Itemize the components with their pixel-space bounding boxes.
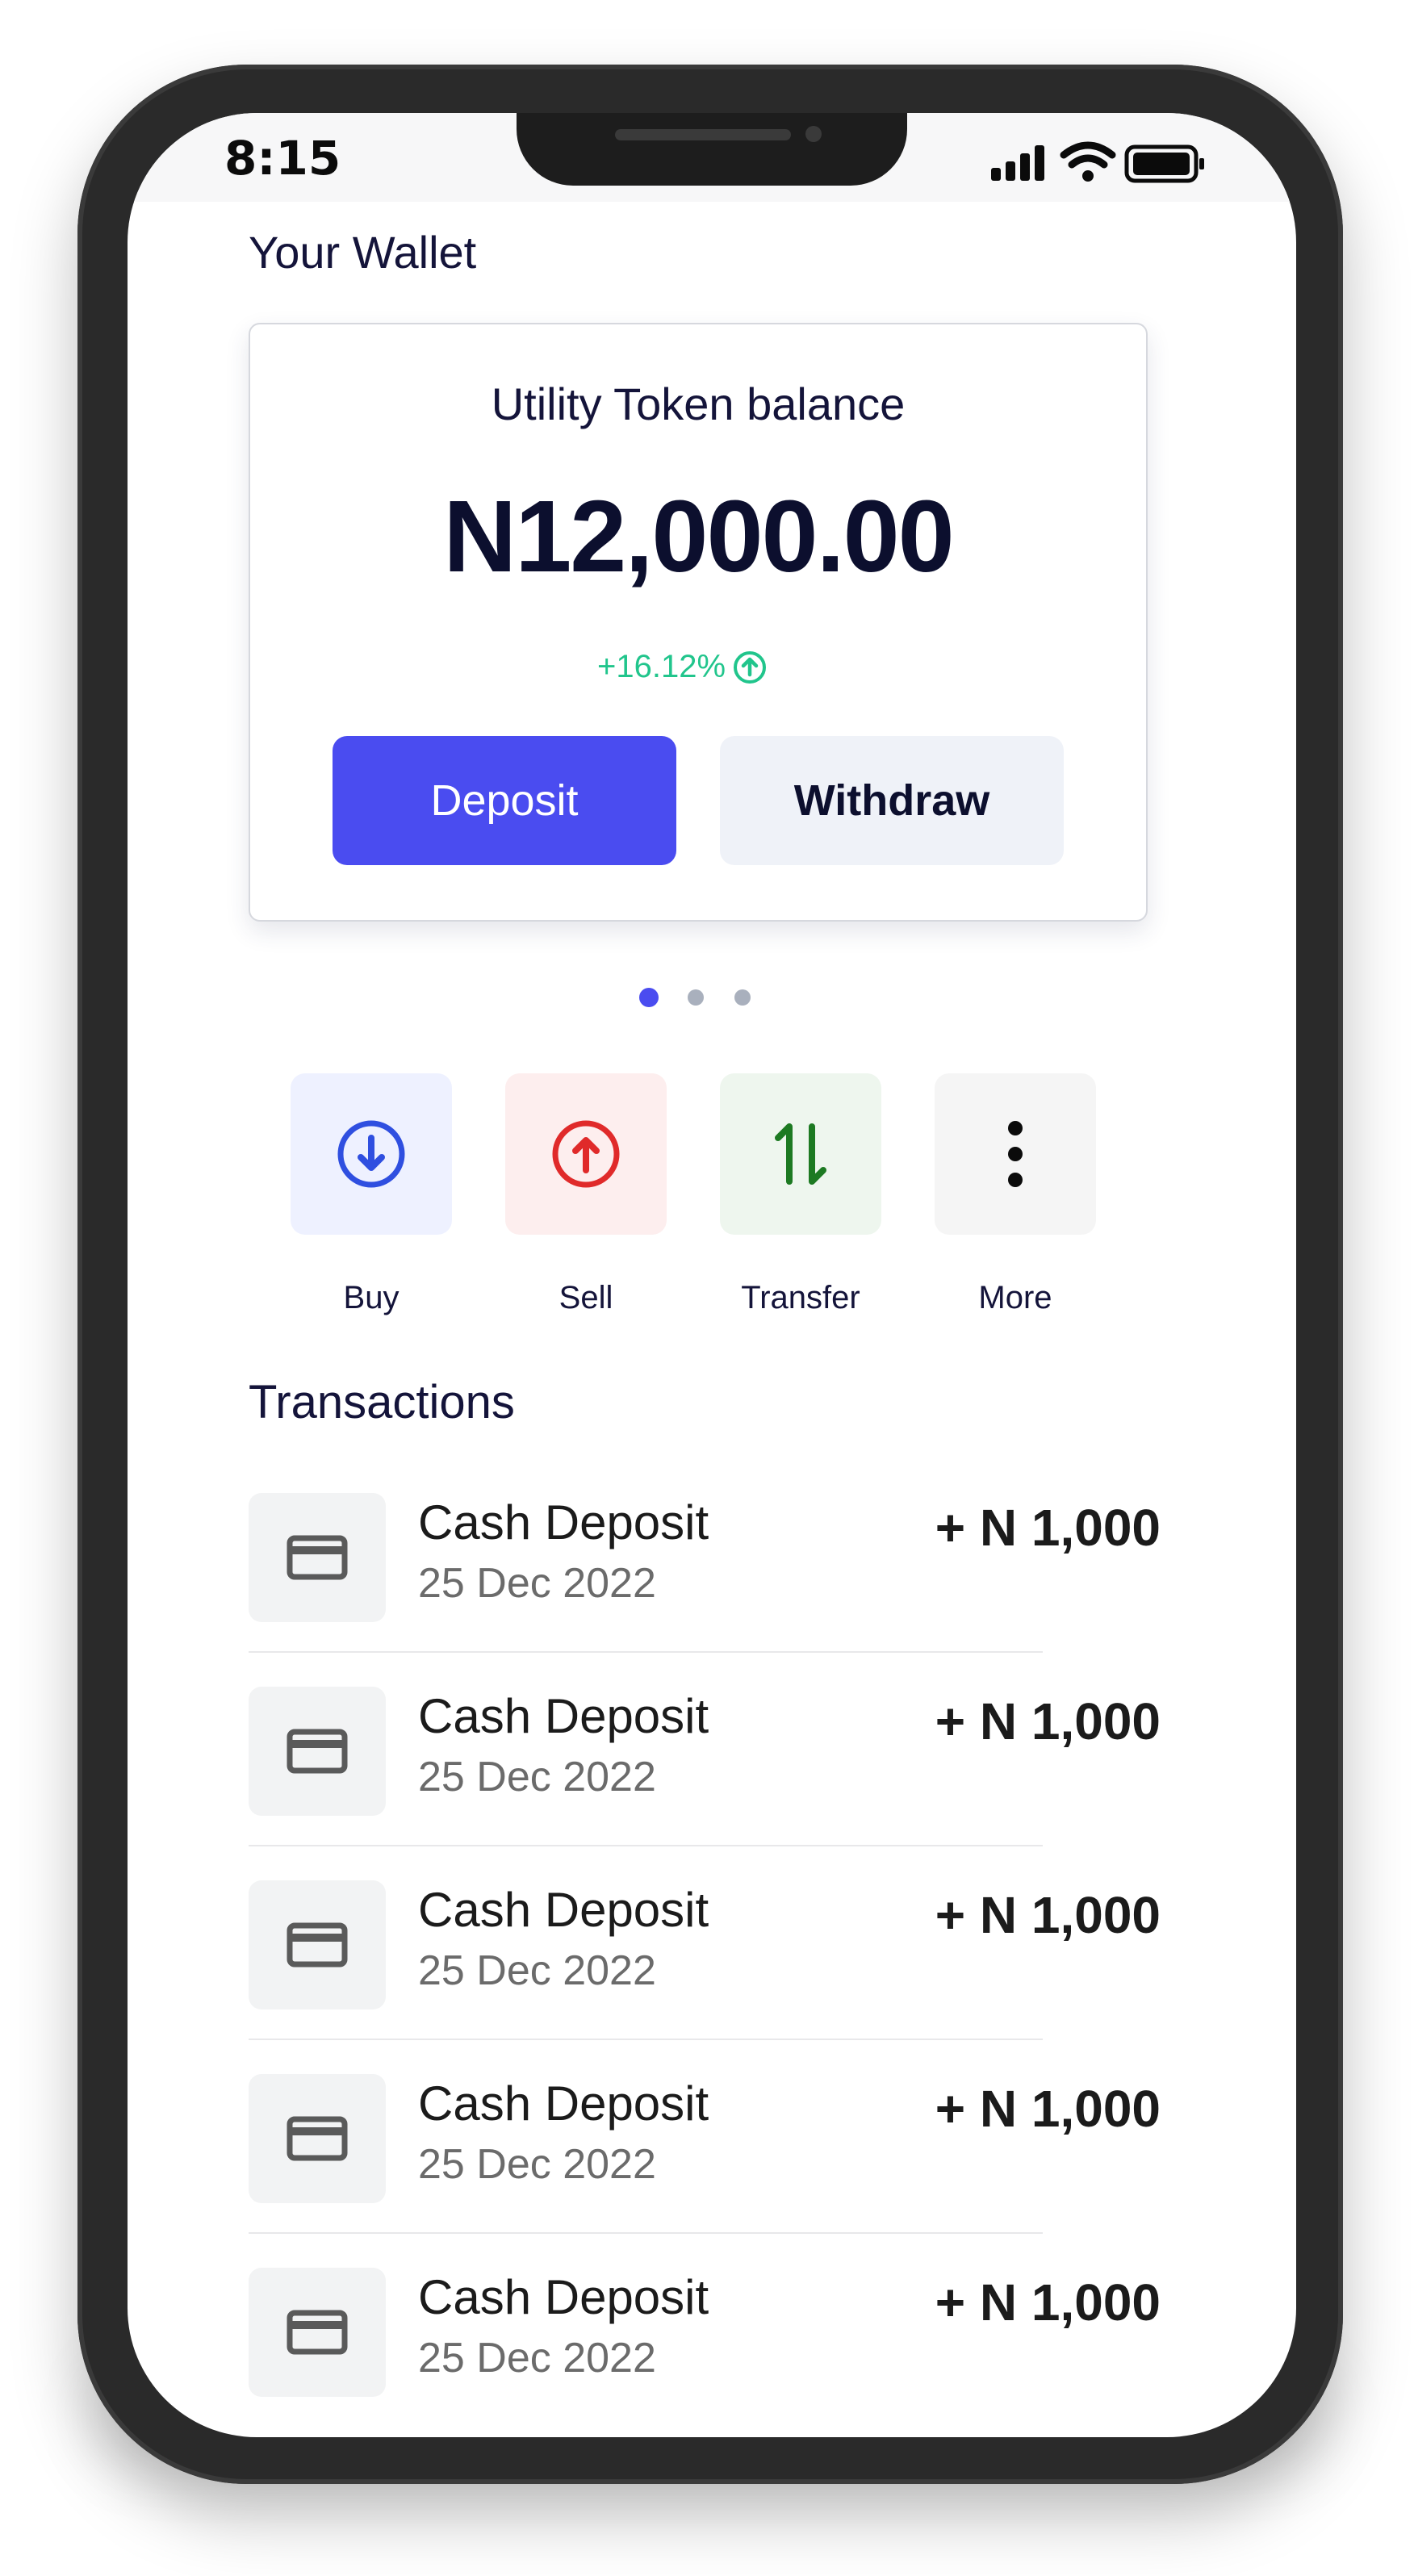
buy-label: Buy bbox=[343, 1280, 400, 1315]
transaction-row[interactable]: Cash Deposit 25 Dec 2022 + N 1,000 bbox=[249, 2268, 1161, 2437]
deposit-button[interactable]: Deposit bbox=[333, 736, 676, 865]
arrow-down-circle-icon bbox=[337, 1120, 405, 1188]
transaction-name: Cash Deposit bbox=[418, 1883, 709, 1937]
transaction-icon-box bbox=[249, 1493, 386, 1622]
notch-camera bbox=[805, 126, 822, 142]
transaction-name: Cash Deposit bbox=[418, 2076, 709, 2131]
transaction-date: 25 Dec 2022 bbox=[418, 2141, 656, 2188]
credit-card-icon bbox=[287, 1729, 348, 1774]
balance-change-value: +16.12% bbox=[597, 649, 726, 684]
status-bar: 8:15 bbox=[128, 113, 1296, 202]
more-vertical-icon bbox=[1008, 1121, 1023, 1187]
divider bbox=[249, 1845, 1043, 1846]
more-button[interactable] bbox=[935, 1073, 1096, 1235]
transaction-row[interactable]: Cash Deposit 25 Dec 2022 + N 1,000 bbox=[249, 2074, 1161, 2268]
pager-dot-active[interactable] bbox=[639, 988, 659, 1007]
transaction-icon-box bbox=[249, 1687, 386, 1816]
sell-action[interactable]: Sell bbox=[505, 1073, 667, 1332]
more-action[interactable]: More bbox=[935, 1073, 1096, 1332]
battery-icon bbox=[1124, 144, 1204, 183]
transaction-name: Cash Deposit bbox=[418, 1495, 709, 1549]
withdraw-button[interactable]: Withdraw bbox=[720, 736, 1064, 865]
stage: 8:15 Your Wallet Utility Token balance N… bbox=[0, 0, 1414, 2576]
divider bbox=[249, 2232, 1043, 2234]
pager-dot[interactable] bbox=[734, 989, 751, 1006]
arrow-up-circle-icon bbox=[552, 1120, 620, 1188]
transaction-row[interactable]: Cash Deposit 25 Dec 2022 + N 1,000 bbox=[249, 1880, 1161, 2074]
balance-label: Utility Token balance bbox=[491, 378, 906, 429]
balance-card[interactable]: Utility Token balance N12,000.00 +16.12%… bbox=[249, 323, 1148, 922]
sell-button[interactable] bbox=[505, 1073, 667, 1235]
transfer-label: Transfer bbox=[741, 1280, 860, 1315]
status-time: 8:15 bbox=[224, 131, 341, 186]
divider bbox=[249, 1651, 1043, 1653]
transaction-amount: + N 1,000 bbox=[935, 1499, 1161, 1557]
pager-dot[interactable] bbox=[688, 989, 704, 1006]
transaction-icon-box bbox=[249, 1880, 386, 2009]
balance-amount: N12,000.00 bbox=[443, 479, 955, 593]
notch bbox=[517, 113, 907, 186]
transaction-date: 25 Dec 2022 bbox=[418, 1947, 656, 1994]
credit-card-icon bbox=[287, 2310, 348, 2355]
quick-actions: Buy Sell Transfer More bbox=[128, 1073, 1296, 1348]
phone-screen: 8:15 Your Wallet Utility Token balance N… bbox=[128, 113, 1296, 2437]
buy-action[interactable]: Buy bbox=[291, 1073, 452, 1332]
credit-card-icon bbox=[287, 1535, 348, 1580]
transactions-title: Transactions bbox=[249, 1376, 515, 1428]
wallet-title: Your Wallet bbox=[249, 227, 477, 278]
arrow-up-circle-icon bbox=[734, 650, 767, 684]
credit-card-icon bbox=[287, 2116, 348, 2161]
transfer-action[interactable]: Transfer bbox=[720, 1073, 881, 1332]
transaction-name: Cash Deposit bbox=[418, 1689, 709, 1743]
transfer-button[interactable] bbox=[720, 1073, 881, 1235]
transaction-amount: + N 1,000 bbox=[935, 1886, 1161, 1944]
transaction-icon-box bbox=[249, 2074, 386, 2203]
transaction-icon-box bbox=[249, 2268, 386, 2397]
transaction-date: 25 Dec 2022 bbox=[418, 2335, 656, 2382]
sell-label: Sell bbox=[558, 1280, 613, 1315]
transaction-name: Cash Deposit bbox=[418, 2270, 709, 2324]
transaction-amount: + N 1,000 bbox=[935, 2080, 1161, 2138]
transaction-amount: + N 1,000 bbox=[935, 2273, 1161, 2331]
balance-change: +16.12% bbox=[597, 649, 768, 685]
transfer-arrows-icon bbox=[775, 1123, 826, 1185]
wifi-icon bbox=[1060, 141, 1116, 182]
transaction-row[interactable]: Cash Deposit 25 Dec 2022 + N 1,000 bbox=[249, 1687, 1161, 1880]
transaction-row[interactable]: Cash Deposit 25 Dec 2022 + N 1,000 bbox=[249, 1493, 1161, 1687]
cellular-signal-icon bbox=[991, 141, 1204, 183]
notch-speaker bbox=[615, 129, 791, 140]
transaction-amount: + N 1,000 bbox=[935, 1692, 1161, 1750]
status-icons bbox=[983, 137, 1209, 186]
credit-card-icon bbox=[287, 1922, 348, 1968]
more-label: More bbox=[978, 1280, 1052, 1315]
card-pager bbox=[639, 988, 784, 1012]
main-content: Your Wallet Utility Token balance N12,00… bbox=[128, 202, 1296, 2437]
divider bbox=[249, 2039, 1043, 2040]
transaction-date: 25 Dec 2022 bbox=[418, 1754, 656, 1800]
transaction-date: 25 Dec 2022 bbox=[418, 1560, 656, 1607]
buy-button[interactable] bbox=[291, 1073, 452, 1235]
